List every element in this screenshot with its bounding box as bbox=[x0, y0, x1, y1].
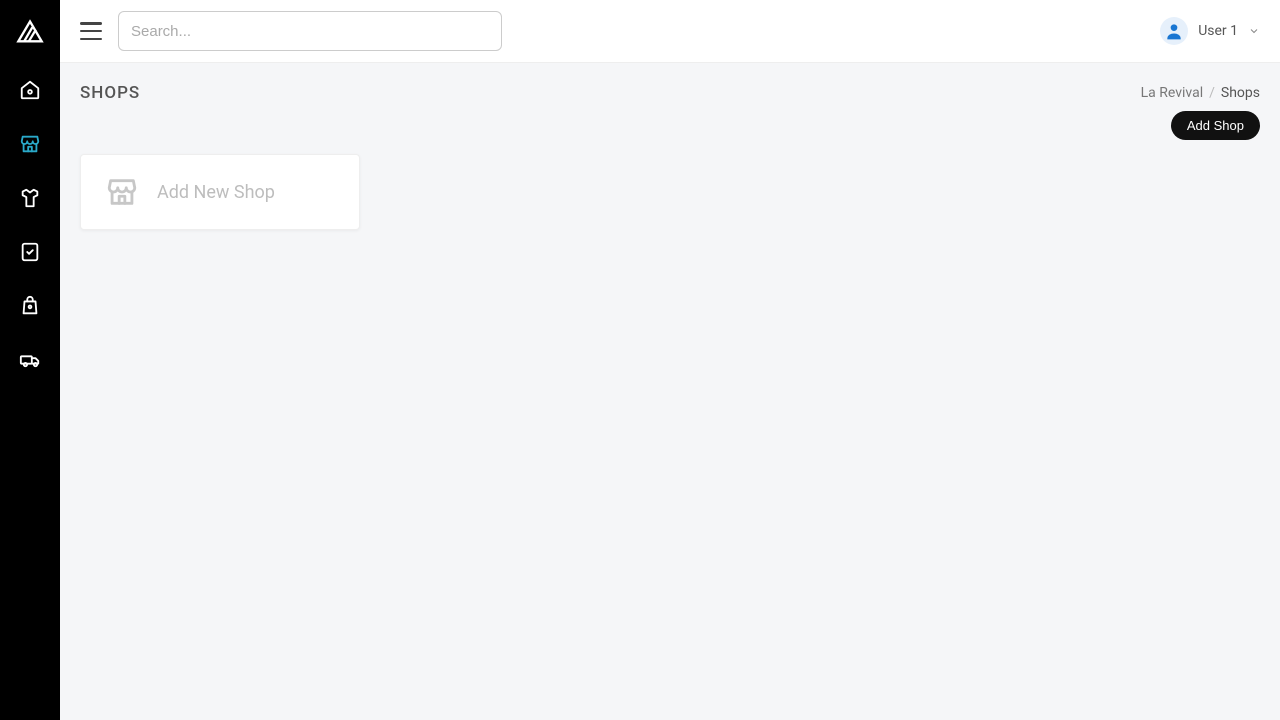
action-bar: Add Shop bbox=[60, 111, 1280, 150]
breadcrumb-root[interactable]: La Revival bbox=[1141, 85, 1203, 101]
add-new-shop-card[interactable]: Add New Shop bbox=[80, 154, 360, 230]
breadcrumb: La Revival / Shops bbox=[1141, 85, 1260, 101]
topbar: User 1 bbox=[60, 0, 1280, 63]
user-label: User 1 bbox=[1198, 23, 1238, 39]
search-wrap bbox=[118, 11, 502, 51]
avatar-icon bbox=[1160, 17, 1188, 45]
add-new-shop-label: Add New Shop bbox=[157, 182, 275, 203]
add-shop-button[interactable]: Add Shop bbox=[1171, 111, 1260, 140]
sidebar-item-bags[interactable] bbox=[16, 292, 44, 320]
sidebar-item-shipping[interactable] bbox=[16, 346, 44, 374]
breadcrumb-current: Shops bbox=[1221, 85, 1260, 101]
breadcrumb-sep: / bbox=[1209, 85, 1215, 101]
content: Add New Shop bbox=[60, 150, 1280, 250]
sidebar bbox=[0, 0, 60, 720]
sidebar-item-shops[interactable] bbox=[16, 130, 44, 158]
sidebar-item-orders[interactable] bbox=[16, 238, 44, 266]
shop-icon bbox=[105, 175, 139, 209]
page-title: SHOPS bbox=[80, 83, 140, 103]
app-logo-icon bbox=[16, 18, 44, 46]
sidebar-item-home[interactable] bbox=[16, 76, 44, 104]
main-area: User 1 SHOPS La Revival / Shops Add Shop bbox=[60, 0, 1280, 720]
sidebar-item-products[interactable] bbox=[16, 184, 44, 212]
chevron-down-icon bbox=[1248, 25, 1260, 37]
user-menu[interactable]: User 1 bbox=[1160, 17, 1260, 45]
page-header: SHOPS La Revival / Shops bbox=[60, 63, 1280, 111]
menu-toggle-icon[interactable] bbox=[80, 22, 102, 40]
search-input[interactable] bbox=[118, 11, 502, 51]
